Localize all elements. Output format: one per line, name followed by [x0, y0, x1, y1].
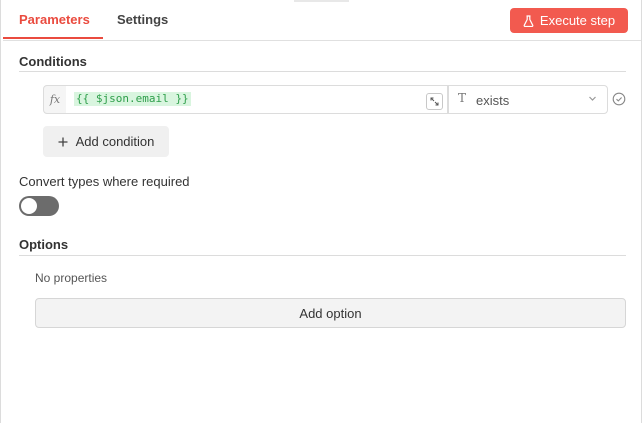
operator-select[interactable]: T exists	[448, 85, 608, 114]
chevron-down-icon	[589, 96, 596, 101]
execute-step-button[interactable]: Execute step	[510, 8, 628, 33]
options-title: Options	[19, 237, 69, 252]
tab-settings[interactable]: Settings	[117, 12, 168, 27]
tab-bar: Parameters Settings Execute step	[3, 0, 641, 41]
options-divider	[19, 255, 626, 256]
open-expression-editor-icon[interactable]	[426, 93, 443, 110]
convert-types-label: Convert types where required	[19, 174, 190, 189]
convert-types-toggle[interactable]	[19, 196, 59, 216]
operator-value: exists	[476, 93, 510, 108]
plus-icon	[58, 137, 68, 146]
flask-icon	[523, 14, 534, 27]
add-condition-label: Add condition	[75, 134, 155, 149]
active-tab-indicator	[3, 37, 103, 39]
no-properties-text: No properties	[35, 271, 108, 285]
tab-parameters[interactable]: Parameters	[19, 12, 90, 27]
add-condition-button[interactable]: Add condition	[43, 126, 169, 157]
add-option-button[interactable]: Add option	[35, 298, 626, 328]
node-parameters-panel: Parameters Settings Execute step Conditi…	[0, 0, 642, 423]
fx-badge: fx	[43, 85, 67, 114]
execute-step-label: Execute step	[539, 13, 616, 28]
expression-input[interactable]: {{ $json.email }}	[66, 85, 448, 114]
condition-row: fx {{ $json.email }} T exists	[43, 85, 608, 114]
condition-valid-check-icon	[612, 92, 626, 106]
expression-value: {{ $json.email }}	[74, 92, 191, 106]
text-type-icon: T	[458, 91, 467, 105]
toggle-knob	[21, 198, 37, 214]
conditions-title: Conditions	[19, 54, 87, 69]
conditions-divider	[19, 71, 626, 72]
